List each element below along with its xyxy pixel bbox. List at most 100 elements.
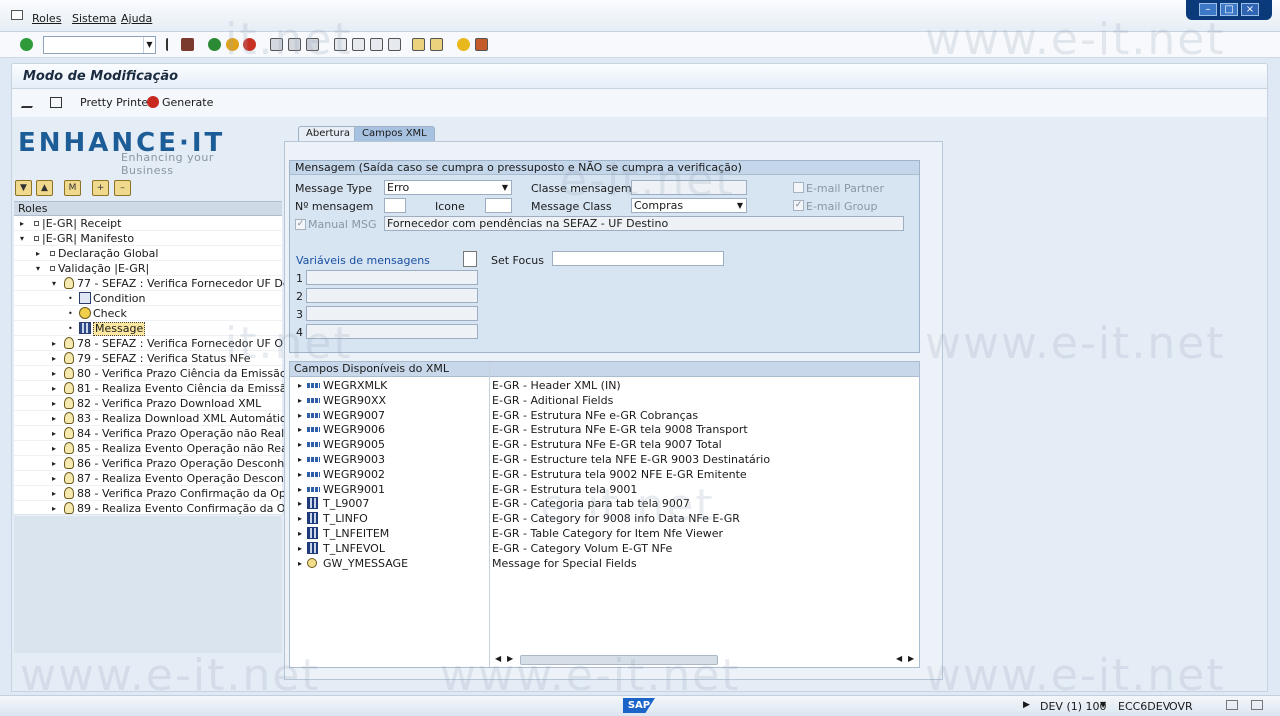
chevron-down-icon[interactable]: ▼: [734, 199, 746, 212]
var-row-1-input[interactable]: [306, 270, 478, 285]
expand-node-icon[interactable]: ▸: [52, 501, 56, 516]
tree-row[interactable]: ▸ |E-GR| Receipt: [14, 216, 282, 231]
save-icon[interactable]: [166, 38, 174, 51]
set-focus-input[interactable]: [552, 251, 724, 266]
expand-node-icon[interactable]: ▸: [298, 452, 302, 467]
back-icon[interactable]: [208, 38, 221, 51]
xml-field-row[interactable]: ▸ WEGR9002 E-GR - Estrutura tela 9002 NFE …: [290, 467, 919, 482]
floppy-icon[interactable]: [181, 38, 194, 51]
find-icon[interactable]: [288, 38, 301, 51]
expand-node-icon[interactable]: ▸: [52, 381, 56, 396]
collapse-all-icon[interactable]: ▲: [36, 180, 53, 196]
expand-node-icon[interactable]: ▸: [298, 496, 302, 511]
icone-input[interactable]: [485, 198, 512, 213]
expand-node-icon[interactable]: ▸: [52, 411, 56, 426]
xml-field-row[interactable]: ▸ WEGR9007 E-GR - Estrutura NFe e-GR Cobra…: [290, 408, 919, 423]
classe-mensagem-input[interactable]: [631, 180, 747, 195]
expand-node-icon[interactable]: ▸: [52, 426, 56, 441]
tree-row[interactable]: ▸ 84 - Verifica Prazo Operação não Realiz…: [14, 426, 300, 441]
menu-sistema[interactable]: Sistema: [72, 12, 116, 25]
expand-node-icon[interactable]: ▸: [52, 351, 56, 366]
expand-node-icon[interactable]: ▸: [298, 511, 302, 526]
expand-node-icon[interactable]: ▸: [298, 408, 302, 423]
close-icon[interactable]: ×: [1241, 3, 1259, 16]
layout-menu-icon[interactable]: [1226, 700, 1238, 710]
next-page-icon[interactable]: [370, 38, 383, 51]
layout-icon[interactable]: [475, 38, 488, 51]
collapse-node-icon[interactable]: ▾: [36, 261, 40, 276]
expand-node-icon[interactable]: ▸: [298, 541, 302, 556]
xml-field-row[interactable]: ▸ WEGRXMLK E-GR - Header XML (IN): [290, 378, 919, 393]
expand-node-icon[interactable]: ▸: [298, 526, 302, 541]
scroll-left-icon[interactable]: ◀: [896, 654, 902, 663]
horizontal-scrollbar[interactable]: [520, 655, 718, 665]
find-in-tree-icon[interactable]: M: [64, 180, 81, 196]
tree-row[interactable]: ▸ 81 - Realiza Evento Ciência da Emissão: [14, 381, 293, 396]
expand-node-icon[interactable]: ▸: [52, 336, 56, 351]
tree-row[interactable]: ▸ 85 - Realiza Evento Operação não Realiz…: [14, 441, 306, 456]
menu-roles[interactable]: Roles: [32, 12, 61, 25]
tree-row[interactable]: ▾ 77 - SEFAZ : Verifica Fornecedor UF Des…: [14, 276, 300, 291]
tree-row[interactable]: ▸ 89 - Realiza Evento Confirmação da Oper…: [14, 501, 310, 516]
collapse-node-icon[interactable]: ▾: [20, 231, 24, 246]
expand-node-icon[interactable]: ▸: [298, 422, 302, 437]
chevron-down-icon[interactable]: ▼: [499, 181, 511, 194]
transport-icon[interactable]: [50, 97, 62, 108]
xml-field-row[interactable]: ▸ WEGR9003 E-GR - Estructure tela NFE E-GR…: [290, 452, 919, 467]
email-partner-checkbox[interactable]: [793, 182, 804, 193]
expand-all-icon[interactable]: ▼: [15, 180, 32, 196]
numero-mensagem-input[interactable]: [384, 198, 406, 213]
expand-node-icon[interactable]: ▸: [298, 556, 302, 571]
email-group-checkbox[interactable]: ✓: [793, 200, 804, 211]
expand-node-icon[interactable]: ▸: [52, 441, 56, 456]
exit-icon[interactable]: [226, 38, 239, 51]
pretty-printer-button[interactable]: Pretty Printer: [80, 96, 153, 109]
command-field[interactable]: ▼: [43, 36, 156, 54]
delete-node-icon[interactable]: –: [114, 180, 131, 196]
xml-field-row[interactable]: ▸ T_L9007 E-GR - Categoria para tab tela 9…: [290, 496, 919, 511]
expand-node-icon[interactable]: ▸: [36, 246, 40, 261]
xml-field-row[interactable]: ▸ T_LINFO E-GR - Category for 9008 info Da…: [290, 511, 919, 526]
chevron-down-icon[interactable]: ▼: [1100, 700, 1106, 709]
expand-node-icon[interactable]: ▸: [20, 216, 24, 231]
tab-abertura[interactable]: Abertura: [298, 126, 358, 142]
tree-row[interactable]: • Check: [14, 306, 282, 321]
tree-row[interactable]: ▸ 80 - Verifica Prazo Ciência da Emissão: [14, 366, 287, 381]
chevron-down-icon[interactable]: ▼: [143, 37, 155, 53]
find-next-icon[interactable]: [306, 38, 319, 51]
pencil-icon[interactable]: [20, 97, 39, 108]
expand-node-icon[interactable]: ▸: [298, 378, 302, 393]
expand-node-icon[interactable]: ▸: [298, 467, 302, 482]
expand-node-icon[interactable]: ▸: [298, 482, 302, 497]
enter-icon[interactable]: [20, 38, 33, 51]
var-row-2-input[interactable]: [306, 288, 478, 303]
xml-field-row[interactable]: ▸ GW_YMESSAGE Message for Special Fields: [290, 556, 919, 571]
minimize-icon[interactable]: –: [1199, 3, 1217, 16]
options-icon[interactable]: [1251, 700, 1263, 710]
cancel-icon[interactable]: [243, 38, 256, 51]
tree-row[interactable]: ▾ |E-GR| Manifesto: [14, 231, 282, 246]
xml-field-row[interactable]: ▸ WEGR9006 E-GR - Estrutura NFe E-GR tela …: [290, 422, 919, 437]
first-page-icon[interactable]: [334, 38, 347, 51]
var-row-4-input[interactable]: [306, 324, 478, 339]
expand-node-icon[interactable]: ▸: [52, 456, 56, 471]
generate-icon[interactable]: [147, 96, 159, 108]
tab-campos-xml[interactable]: Campos XML: [354, 126, 435, 142]
new-session-icon[interactable]: [412, 38, 425, 51]
maximize-icon[interactable]: □: [1220, 3, 1238, 16]
tree-row[interactable]: • Message: [14, 321, 282, 336]
tree-row[interactable]: ▸ Declaração Global: [14, 246, 282, 261]
tree-row[interactable]: ▸ 78 - SEFAZ : Verifica Fornecedor UF Ori…: [14, 336, 298, 351]
tree-row[interactable]: ▸ 86 - Verifica Prazo Operação Desconheci…: [14, 456, 307, 471]
message-class-select[interactable]: Compras ▼: [631, 198, 747, 213]
expand-node-icon[interactable]: ▸: [52, 486, 56, 501]
tree-row[interactable]: ▸ 88 - Verifica Prazo Confirmação da Oper…: [14, 486, 304, 501]
print-icon[interactable]: [270, 38, 283, 51]
expand-node-icon[interactable]: ▸: [52, 396, 56, 411]
tree-row[interactable]: ▸ 83 - Realiza Download XML Automático: [14, 411, 293, 426]
scroll-right-icon[interactable]: ▶: [908, 654, 914, 663]
status-arrow-icon[interactable]: ▶: [1023, 700, 1030, 710]
tree-row[interactable]: ▸ 87 - Realiza Evento Operação Desconheci…: [14, 471, 314, 486]
shortcut-icon[interactable]: [430, 38, 443, 51]
expand-node-icon[interactable]: ▸: [298, 437, 302, 452]
